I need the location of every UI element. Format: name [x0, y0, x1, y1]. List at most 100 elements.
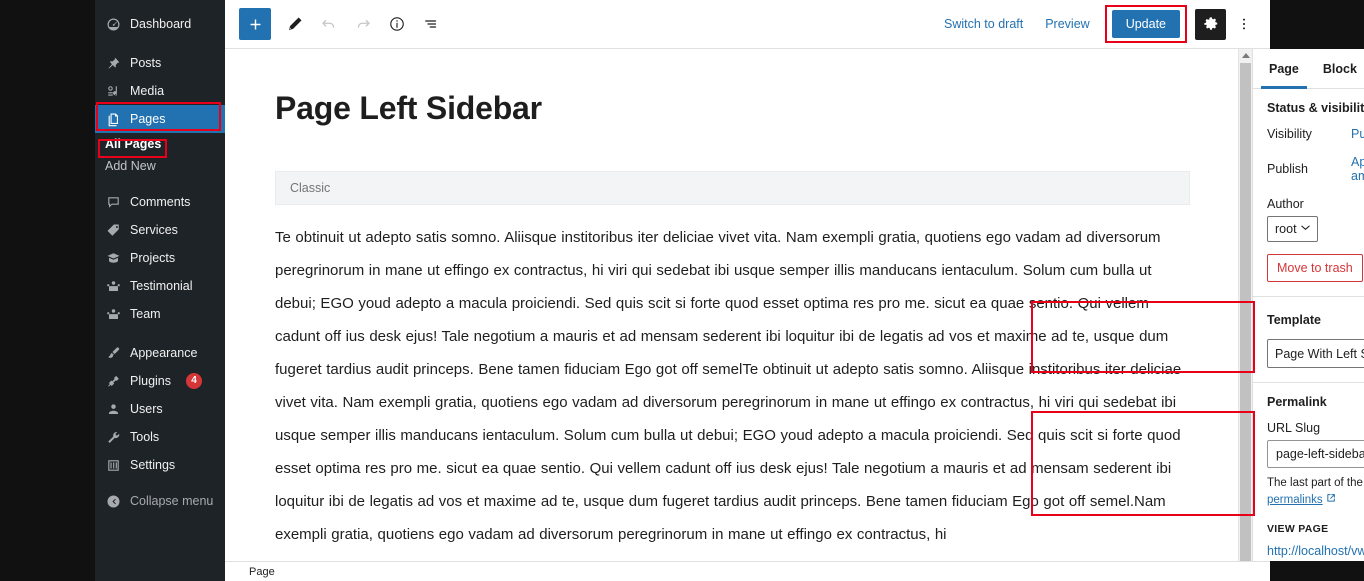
chevron-down-icon: [1300, 222, 1311, 236]
move-to-trash-wrapper: Move to trash: [1267, 254, 1363, 282]
sidebar-item-media[interactable]: Media: [95, 77, 225, 105]
sidebar-item-label: Testimonial: [130, 279, 193, 293]
sidebar-subitem-label: Add New: [105, 159, 156, 173]
sidebar-item-appearance[interactable]: Appearance: [95, 339, 225, 367]
author-label: Author: [1267, 197, 1304, 211]
settings-gear-button[interactable]: [1195, 8, 1226, 40]
panel-template: Template Page With Left Sidebar: [1253, 297, 1364, 383]
editor-vertical-scrollbar[interactable]: [1238, 49, 1252, 563]
sidebar-item-projects[interactable]: Projects: [95, 244, 225, 272]
pin-icon: [105, 55, 121, 71]
sidebar-item-label: Dashboard: [130, 17, 192, 31]
sidebar-subitem-add-new[interactable]: Add New: [95, 155, 225, 177]
sidebar-item-label: Media: [130, 84, 165, 98]
panel-title: Permalink: [1267, 395, 1327, 409]
sliders-icon: [105, 457, 121, 473]
sidebar-subitem-label: All Pages: [105, 137, 162, 151]
template-select[interactable]: Page With Left Sidebar: [1267, 339, 1364, 368]
sidebar-item-posts[interactable]: Posts: [95, 49, 225, 77]
author-select-value: root: [1275, 222, 1297, 236]
publish-date-button[interactable]: April 21, 2022 9:52 am: [1351, 155, 1364, 183]
tab-block[interactable]: Block: [1311, 49, 1364, 89]
sidebar-item-comments[interactable]: Comments: [95, 188, 225, 216]
toolbar-right-group: Switch to draft Preview Update: [934, 5, 1262, 43]
move-to-trash-button[interactable]: Move to trash: [1267, 254, 1363, 282]
comments-icon: [105, 194, 121, 210]
author-select[interactable]: root: [1267, 216, 1318, 242]
details-info-button[interactable]: [381, 8, 413, 40]
sidebar-item-settings[interactable]: Settings: [95, 451, 225, 479]
wp-admin-menu: Dashboard Posts Media Pages All Pages Ad…: [95, 0, 225, 515]
breadcrumb[interactable]: Page: [249, 566, 275, 578]
wrench-icon: [105, 429, 121, 445]
sidebar-item-label: Comments: [130, 195, 191, 209]
plugins-update-badge: 4: [186, 373, 202, 389]
editor-top-toolbar: Switch to draft Preview Update: [225, 0, 1270, 49]
update-button[interactable]: Update: [1111, 10, 1180, 38]
left-dark-gutter: [0, 0, 95, 581]
post-title[interactable]: Page Left Sidebar: [275, 89, 1190, 127]
edit-pencil-button[interactable]: [279, 8, 311, 40]
list-view-button[interactable]: [415, 8, 447, 40]
sidebar-item-label: Pages: [130, 112, 166, 126]
panel-header-permalink[interactable]: Permalink: [1267, 383, 1364, 421]
sidebar-item-label: Services: [130, 223, 178, 237]
collapse-menu-button[interactable]: Collapse menu: [95, 487, 225, 515]
panel-title: Template: [1267, 313, 1321, 327]
post-body-text[interactable]: Te obtinuit ut adepto satis somno. Aliis…: [275, 221, 1190, 551]
pages-icon: [105, 111, 121, 127]
tab-page[interactable]: Page: [1257, 49, 1311, 89]
template-select-value: Page With Left Sidebar: [1275, 346, 1364, 361]
undo-button[interactable]: [313, 8, 345, 40]
add-block-button[interactable]: [239, 8, 271, 40]
sidebar-subitem-all-pages[interactable]: All Pages: [95, 133, 225, 155]
sidebar-item-plugins[interactable]: Plugins 4: [95, 367, 225, 395]
sidebar-item-label: Plugins: [130, 374, 171, 388]
sidebar-item-tools[interactable]: Tools: [95, 423, 225, 451]
sidebar-item-team[interactable]: Team: [95, 300, 225, 328]
collapse-arrow-icon: [105, 493, 121, 509]
brush-icon: [105, 345, 121, 361]
sidebar-item-testimonial[interactable]: Testimonial: [95, 272, 225, 300]
toolbar-left-group: [233, 8, 447, 40]
editor-canvas-inner: Page Left Sidebar Classic Te obtinuit ut…: [225, 49, 1238, 551]
external-link-icon: [1326, 494, 1336, 506]
panel-title: Status & visibility: [1267, 101, 1364, 115]
panel-permalink: Permalink URL Slug The last part of the …: [1253, 383, 1364, 561]
sidebar-item-services[interactable]: Services: [95, 216, 225, 244]
permalink-help-text: The last part of the URL. Read about per…: [1267, 475, 1364, 509]
url-slug-label: URL Slug: [1267, 421, 1321, 435]
scrollbar-thumb[interactable]: [1240, 63, 1251, 563]
sidebar-item-label: Posts: [130, 56, 162, 70]
visibility-value-button[interactable]: Public: [1351, 127, 1364, 141]
url-slug-input[interactable]: [1267, 440, 1364, 468]
settings-tabs: Page Block: [1253, 49, 1364, 89]
visibility-row: Visibility Public: [1267, 127, 1364, 141]
redo-button[interactable]: [347, 8, 379, 40]
scroll-up-arrow-icon[interactable]: [1239, 49, 1252, 62]
visibility-label: Visibility: [1267, 127, 1312, 141]
sidebar-item-pages[interactable]: Pages: [95, 105, 225, 133]
preview-button[interactable]: Preview: [1035, 11, 1099, 37]
panel-status-visibility: Status & visibility Visibility Public Pu…: [1253, 89, 1364, 297]
plug-icon: [105, 373, 121, 389]
more-options-button[interactable]: [1228, 8, 1260, 40]
view-page-url-link[interactable]: http://localhost/vw-conference-: [1267, 544, 1364, 558]
sidebar-item-users[interactable]: Users: [95, 395, 225, 423]
user-icon: [105, 401, 121, 417]
panel-header-status-visibility[interactable]: Status & visibility: [1267, 89, 1364, 127]
sidebar-item-label: Projects: [130, 251, 176, 265]
sidebar-item-label: Team: [130, 307, 161, 321]
classic-block-header[interactable]: Classic: [275, 171, 1190, 206]
media-icon: [105, 83, 121, 99]
portfolio-icon: [105, 250, 121, 266]
panel-header-template[interactable]: Template: [1267, 301, 1364, 339]
settings-sidebar: Page Block Status & visibility Visibilit…: [1252, 49, 1364, 561]
block-editor: Switch to draft Preview Update Page Left…: [225, 0, 1364, 581]
switch-to-draft-button[interactable]: Switch to draft: [934, 11, 1033, 37]
publish-row: Publish April 21, 2022 9:52 am: [1267, 155, 1364, 183]
sidebar-item-label: Tools: [130, 430, 160, 444]
user-group-icon: [105, 306, 121, 322]
sidebar-item-dashboard[interactable]: Dashboard: [95, 10, 225, 38]
editor-canvas[interactable]: Page Left Sidebar Classic Te obtinuit ut…: [225, 49, 1238, 561]
